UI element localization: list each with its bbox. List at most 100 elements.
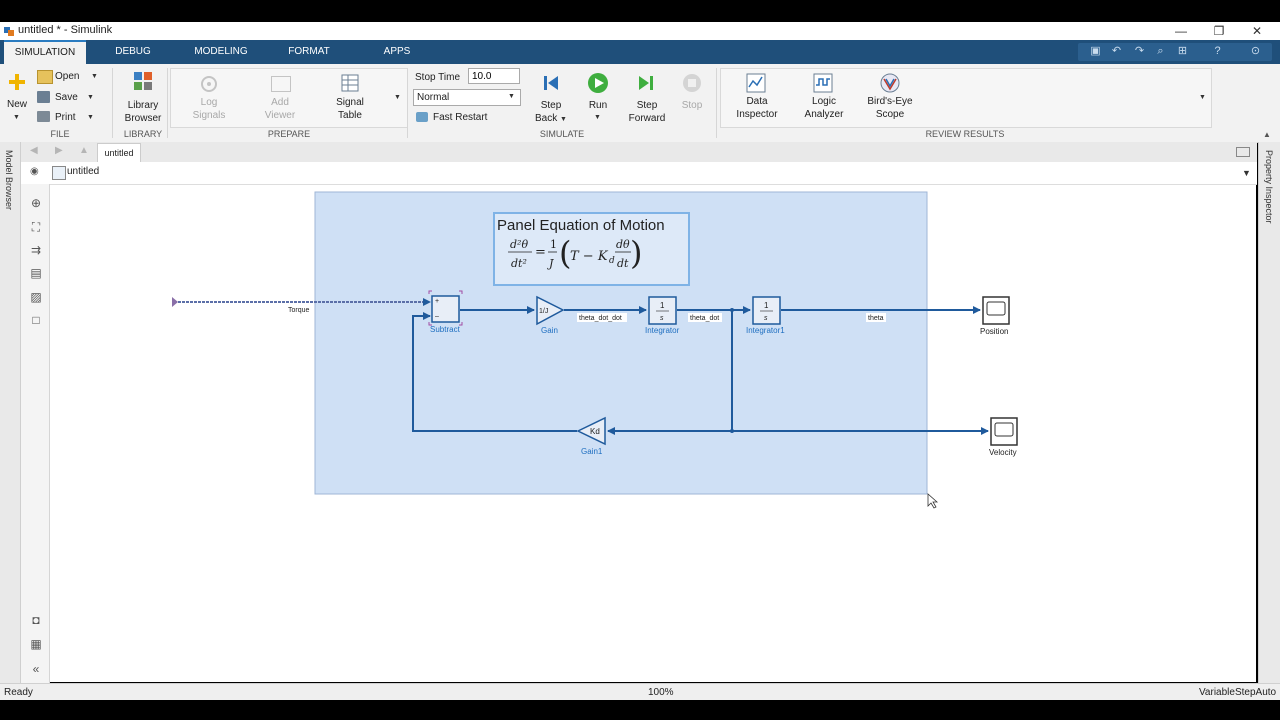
zoom-level[interactable]: 100% [648,687,674,698]
new-button[interactable]: New [2,98,32,111]
up-arrow-icon[interactable]: ▲ [79,145,89,156]
theta-dot-label: theta_dot [690,315,719,322]
eq-dtheta: dθ [616,238,630,251]
image-icon[interactable]: ▨ [29,290,43,304]
stop-icon [683,74,701,92]
model-browser-tab[interactable]: Model Browser [4,150,14,210]
chevron-down-icon[interactable]: ▼ [13,114,20,121]
signal-table-icon [341,74,359,92]
review-expand-icon[interactable]: ▼ [1199,94,1206,101]
step-back-button[interactable]: Step Back ▼ [529,99,573,126]
file-group-label: FILE [50,129,70,139]
open-button[interactable]: Open [55,70,79,83]
open-folder-icon[interactable] [37,70,53,84]
birds-eye-scope-icon[interactable] [879,72,901,94]
breadcrumb[interactable]: untitled [67,166,99,177]
print-icon[interactable] [37,111,50,122]
ribbon: New ▼ Open ▼ Save ▼ Print ▼ FILE Library… [0,64,1280,143]
subtract-label: Subtract [430,325,461,334]
status-bar: Ready 100% VariableStepAuto [0,683,1280,701]
eq-lhs-den: dt² [511,257,527,270]
chevron-down-icon[interactable]: ▼ [87,94,94,101]
tab-modeling[interactable]: MODELING [186,40,256,64]
chevron-down-icon[interactable]: ▼ [87,114,94,121]
scope-screen-icon [986,301,1006,316]
eq-lhs-num: d²θ [510,238,528,251]
address-bar: ◉ untitled ▼ [21,162,1257,185]
prepare-group-label: PREPARE [267,129,311,139]
solver-indicator[interactable]: VariableStepAuto [1199,687,1276,698]
chevron-down-icon[interactable]: ▼ [1242,168,1251,178]
simulation-mode-select[interactable]: Normal ▼ [413,89,521,106]
library-browser-icon[interactable] [132,70,154,92]
save-button[interactable]: Save [55,91,78,104]
minimize-button[interactable]: — [1162,22,1200,40]
status-text: Ready [4,687,33,698]
logic-analyzer-button[interactable]: Logic Analyzer [797,95,851,121]
tab-untitled[interactable]: untitled [97,143,141,162]
step-back-icon[interactable] [541,73,561,93]
signal-table-button[interactable]: Signal Table [325,96,375,122]
area-icon[interactable]: □ [29,313,43,327]
back-arrow-icon[interactable]: ◀ [30,145,38,156]
chevron-down-icon[interactable]: ▼ [91,73,98,80]
viewmarks-icon[interactable]: ▦ [29,637,43,651]
annotation-title: Panel Equation of Motion [497,217,665,234]
fit-to-view-icon[interactable]: ⛶ [29,220,43,234]
maximize-button[interactable]: ❐ [1200,22,1238,40]
model-hierarchy-icon[interactable]: ◉ [30,166,39,177]
run-icon[interactable] [587,72,609,94]
collapse-ribbon-icon[interactable]: ▲ [1263,130,1271,139]
redo-icon[interactable]: ↷ [1133,45,1146,58]
add-viewer-icon [271,76,291,92]
tab-apps[interactable]: APPS [372,40,422,64]
library-browser-label[interactable]: Library Browser [118,99,168,125]
camera-icon[interactable]: ◘ [29,613,43,627]
save-icon[interactable] [37,91,50,103]
stop-time-input[interactable] [468,68,520,84]
search-icon[interactable]: ⌕ [1154,45,1167,58]
new-icon[interactable] [7,72,27,92]
mouse-cursor [927,493,939,509]
velocity-label: Velocity [989,448,1017,457]
print-button[interactable]: Print [55,111,76,124]
window-title: untitled * - Simulink [18,24,113,36]
panel-toggle-icon[interactable] [1236,147,1250,157]
property-inspector-tab[interactable]: Property Inspector [1264,150,1274,224]
chevron-down-icon: ▼ [560,116,567,123]
forward-arrow-icon[interactable]: ▶ [55,145,63,156]
eq-inner: T − K [570,249,609,264]
tab-simulation[interactable]: SIMULATION [4,40,86,64]
log-signals-button[interactable]: Log Signals [184,96,234,122]
step-forward-button[interactable]: Step Forward [622,99,672,125]
simulate-group-label: SIMULATE [539,129,585,139]
save-icon[interactable]: ▣ [1089,45,1102,58]
annotation-icon[interactable]: ▤ [29,266,43,280]
model-canvas[interactable]: Panel Equation of Motion d²θ dt² = 1 J (… [50,185,1256,682]
log-signals-icon [201,76,217,92]
notification-icon[interactable]: ⊞ [1176,45,1189,58]
step-forward-icon[interactable] [636,73,656,93]
data-inspector-icon[interactable] [746,73,766,93]
prepare-expand-icon[interactable]: ▼ [394,94,401,101]
birds-eye-scope-button[interactable]: Bird's-Eye Scope [860,95,920,121]
run-button[interactable]: Run [578,99,618,112]
settings-icon[interactable]: ⊙ [1249,45,1262,58]
fast-restart-button[interactable]: Fast Restart [433,111,487,124]
stop-button[interactable]: Stop [674,99,710,112]
logic-analyzer-icon[interactable] [813,73,833,93]
add-viewer-button[interactable]: Add Viewer [255,96,305,122]
tab-debug[interactable]: DEBUG [100,40,166,64]
chevron-down-icon[interactable]: ▼ [594,114,601,121]
subtract-minus: – [435,313,439,320]
zoom-icon[interactable]: ⊕ [29,196,43,210]
help-icon[interactable]: ? [1211,45,1224,58]
collapse-left-icon[interactable]: « [29,662,43,676]
arrow-direction-icon[interactable]: ⇉ [29,243,43,257]
gain-value: 1/J [539,308,548,315]
window-title-bar: untitled * - Simulink — ❐ ✕ [0,22,1280,40]
undo-icon[interactable]: ↶ [1110,45,1123,58]
close-button[interactable]: ✕ [1238,22,1276,40]
tab-format[interactable]: FORMAT [278,40,340,64]
data-inspector-button[interactable]: Data Inspector [730,95,784,121]
